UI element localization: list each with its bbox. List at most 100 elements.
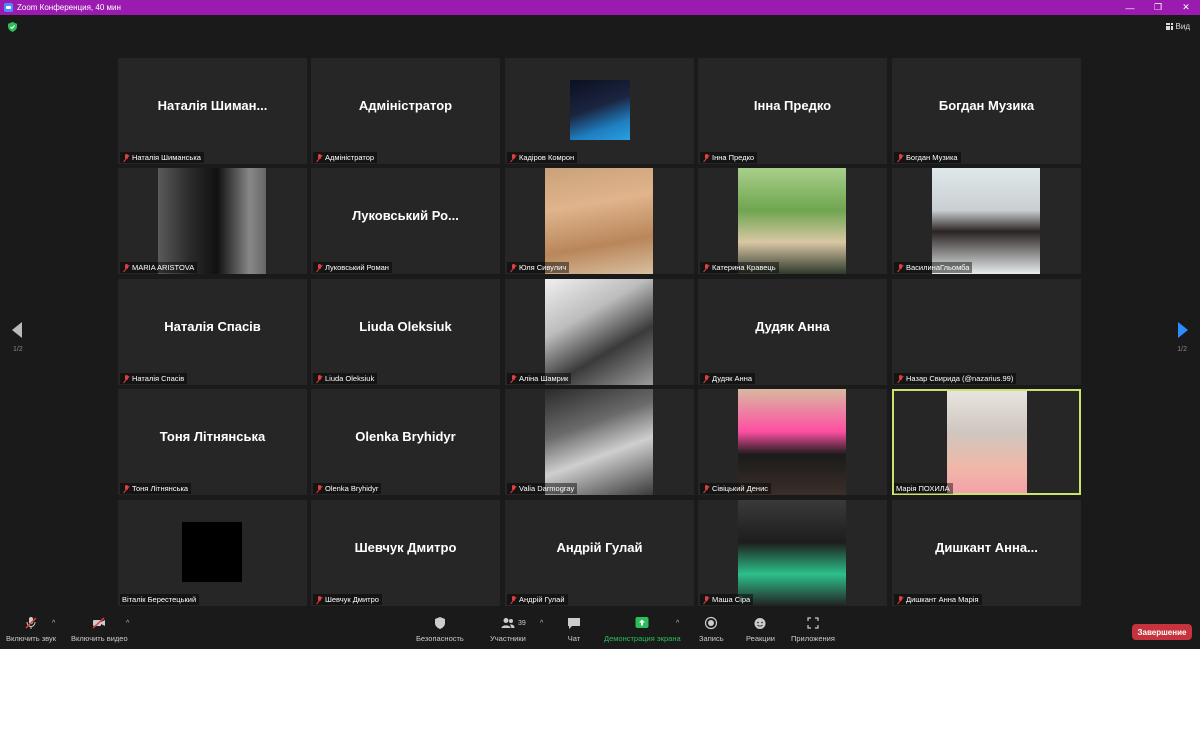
participant-tile[interactable]: Наталія Шиман... Наталія Шиманська (118, 58, 307, 164)
audio-options-caret-icon[interactable]: ^ (52, 620, 55, 627)
participants-options-caret-icon[interactable]: ^ (540, 620, 543, 627)
apps-expand-icon (807, 617, 819, 629)
participant-tile[interactable]: Юля Сивулич (505, 168, 694, 274)
participant-name-text: Наталія Шиманська (132, 153, 201, 162)
participant-name-label: Тоня Літнянська (120, 483, 192, 494)
participant-tile[interactable]: Марія ПОХИЛА (892, 389, 1081, 495)
unmute-button[interactable]: Включить звук (6, 616, 56, 643)
participant-video-image (738, 389, 846, 495)
participant-tile[interactable]: Liuda Oleksiuk Liuda Oleksiuk (311, 279, 500, 385)
participant-tile[interactable]: Кадіров Комрон (505, 58, 694, 164)
apps-button[interactable]: Приложения (791, 616, 835, 643)
participant-tile[interactable]: Назар Свирида (@nazarius.99) (892, 279, 1081, 385)
participants-count-badge: 39 (518, 620, 526, 627)
participant-tile[interactable]: Віталік Берестецький (118, 500, 307, 606)
participant-name-label: Віталік Берестецький (120, 594, 200, 605)
start-video-label: Включить видео (71, 634, 128, 643)
participant-name-label: Назар Свирида (@nazarius.99) (894, 373, 1017, 384)
participant-display-name: Дишкант Анна... (935, 540, 1038, 555)
muted-mic-icon (122, 374, 130, 383)
participant-tile[interactable]: Адміністратор Адміністратор (311, 58, 500, 164)
participant-tile[interactable]: Шевчук Дмитро Шевчук Дмитро (311, 500, 500, 606)
previous-page-arrow-icon[interactable] (12, 322, 22, 338)
participant-display-name: Богдан Музика (938, 98, 1035, 113)
muted-mic-icon (509, 263, 517, 272)
participant-display-name: Olenka Bryhidyr (355, 429, 456, 444)
participant-name-text: Маша Сіра (712, 595, 751, 604)
muted-mic-icon (896, 153, 904, 162)
close-icon[interactable]: ✕ (1172, 0, 1200, 15)
participant-name-text: Дудяк Анна (712, 374, 753, 383)
participant-tile[interactable]: Андрій Гулай Андрій Гулай (505, 500, 694, 606)
participant-name-label: Valia Darmogray (507, 483, 578, 494)
participant-tile[interactable]: Луковський Ро... Луковський Роман (311, 168, 500, 274)
participant-name-text: Шевчук Дмитро (325, 595, 379, 604)
participant-tile[interactable]: Інна Предко Інна Предко (698, 58, 887, 164)
participant-tile[interactable]: MARIA ARISTOVA (118, 168, 307, 274)
security-shield-icon (434, 617, 445, 629)
page-indicator-left: 1/2 (13, 346, 23, 353)
share-screen-label: Демонстрация экрана (604, 634, 681, 643)
participant-name-label: Кадіров Комрон (507, 152, 578, 163)
participant-display-name: Liuda Oleksiuk (359, 319, 452, 334)
chat-label: Чат (567, 634, 581, 643)
participant-tile[interactable]: Катерина Кравець (698, 168, 887, 274)
participant-tile[interactable]: Сівіцький Денис (698, 389, 887, 495)
participant-tile[interactable]: Valia Darmogray (505, 389, 694, 495)
minimize-icon[interactable]: — (1116, 0, 1144, 15)
participant-tile[interactable]: Аліна Шамрик (505, 279, 694, 385)
reaction-smiley-icon (754, 618, 766, 629)
view-label: Вид (1175, 22, 1190, 31)
start-video-button[interactable]: Включить видео (71, 616, 128, 643)
participant-name-text: Катерина Кравець (712, 263, 776, 272)
participant-tile[interactable]: Богдан Музика Богдан Музика (892, 58, 1081, 164)
participant-video-image (947, 391, 1027, 493)
end-meeting-button[interactable]: Завершение (1132, 624, 1192, 640)
participant-name-text: Valia Darmogray (519, 484, 575, 493)
next-page-arrow-icon[interactable] (1178, 322, 1188, 338)
apps-label: Приложения (791, 634, 835, 643)
participant-name-label: Аліна Шамрик (507, 373, 572, 384)
muted-mic-icon (315, 263, 323, 272)
participant-name-label: Olenka Bryhidyr (313, 483, 382, 494)
participant-name-text: Кадіров Комрон (519, 153, 575, 162)
participant-name-text: Інна Предко (712, 153, 755, 162)
participant-name-text: Наталія Спасів (132, 374, 185, 383)
muted-mic-icon (122, 484, 130, 493)
video-options-caret-icon[interactable]: ^ (126, 620, 129, 627)
record-button[interactable]: Запись (699, 616, 724, 643)
participant-name-text: Богдан Музика (906, 153, 958, 162)
muted-mic-icon (122, 263, 130, 272)
participant-name-text: Назар Свирида (@nazarius.99) (906, 374, 1014, 383)
share-options-caret-icon[interactable]: ^ (676, 620, 679, 627)
muted-mic-icon (702, 263, 710, 272)
reactions-button[interactable]: Реакции (746, 616, 775, 643)
encryption-shield-icon[interactable] (8, 22, 17, 32)
muted-mic-icon (509, 153, 517, 162)
view-button[interactable]: Вид (1165, 22, 1190, 31)
participant-tile[interactable]: Тоня Літнянська Тоня Літнянська (118, 389, 307, 495)
muted-mic-icon (509, 595, 517, 604)
chat-button[interactable]: Чат (567, 616, 581, 643)
maximize-icon[interactable]: ❐ (1144, 0, 1172, 15)
participant-tile[interactable]: Дишкант Анна... Дишкант Анна Марія (892, 500, 1081, 606)
participant-tile[interactable]: Маша Сіра (698, 500, 887, 606)
participant-name-text: Liuda Oleksiuk (325, 374, 375, 383)
participant-name-label: Дудяк Анна (700, 373, 756, 384)
participant-name-label: Шевчук Дмитро (313, 594, 382, 605)
muted-mic-icon (702, 153, 710, 162)
participant-video-image (545, 389, 653, 495)
participant-tile[interactable]: Наталія Спасів Наталія Спасів (118, 279, 307, 385)
participant-name-text: MARIA ARISTOVA (132, 263, 195, 272)
participant-tile[interactable]: ВасилинаГльомба (892, 168, 1081, 274)
security-button[interactable]: Безопасность (416, 616, 464, 643)
participant-tile[interactable]: Дудяк Анна Дудяк Анна (698, 279, 887, 385)
muted-mic-icon (702, 595, 710, 604)
participant-name-label: Дишкант Анна Марія (894, 594, 982, 605)
participant-video-image (545, 279, 653, 385)
share-screen-button[interactable]: Демонстрация экрана (604, 616, 681, 643)
participant-tile[interactable]: Olenka Bryhidyr Olenka Bryhidyr (311, 389, 500, 495)
security-label: Безопасность (416, 634, 464, 643)
participant-name-label: Liuda Oleksiuk (313, 373, 378, 384)
muted-mic-icon (509, 484, 517, 493)
